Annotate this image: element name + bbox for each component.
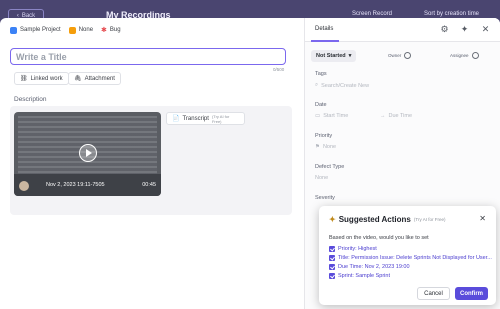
screen-record-button[interactable]: Screen Record [352, 11, 392, 17]
person-icon [471, 52, 479, 59]
video-thumbnail[interactable]: Nov 2, 2023 19:11-7505 00:45 [14, 112, 161, 196]
description-label: Description [14, 96, 47, 103]
attachment-button[interactable]: 🖇 Attachment [68, 72, 121, 85]
date-label: Date [315, 102, 327, 108]
priority-label: Priority [315, 133, 333, 139]
checkbox-icon[interactable] [329, 264, 335, 270]
flag-icon: ⚑ [315, 144, 320, 150]
priority-field[interactable]: ⚑ None [315, 144, 336, 150]
sort-dropdown[interactable]: Sort by creation time [424, 11, 479, 17]
severity-label: Severity [315, 195, 335, 201]
checkbox-icon[interactable] [329, 273, 335, 279]
tag-icon: ⌕ [315, 82, 319, 88]
close-icon[interactable]: ✕ [480, 24, 491, 35]
video-date: Nov 2, 2023 19:11-7505 [46, 182, 105, 188]
suggested-actions-popup: ✦ Suggested Actions (Try AI for Free) ✕ … [319, 206, 496, 305]
sparkle-icon: ✦ [329, 215, 336, 224]
avatar [19, 181, 29, 191]
start-date-field[interactable]: ▭ Start Time [315, 113, 348, 119]
tags-input[interactable]: ⌕ Search/Create New [315, 82, 369, 89]
breadcrumb-sprint[interactable]: None [68, 26, 93, 34]
transcript-button[interactable]: 📄 Transcript (Try AI for Free) [166, 112, 245, 125]
suggestion-priority[interactable]: Priority: Highest [329, 246, 377, 252]
pin-icon[interactable]: ✦ [459, 24, 470, 35]
breadcrumb-project[interactable]: Sample Project [10, 26, 61, 34]
breadcrumb-type[interactable]: ✱ Bug [101, 26, 121, 34]
active-tab-indicator [311, 40, 339, 42]
person-icon [404, 52, 412, 59]
checkbox-icon[interactable] [329, 255, 335, 261]
due-date-field[interactable]: → Due Time [380, 113, 412, 119]
transcript-icon: 📄 [172, 116, 180, 122]
suggestion-due-time[interactable]: Due Time: Nov 2, 2023 19:00 [329, 264, 410, 270]
linked-work-button[interactable]: ⛓ Linked work [14, 72, 69, 85]
suggestion-title[interactable]: Title: Permission Issue: Delete Sprints … [329, 255, 492, 261]
gear-icon[interactable]: ⚙ [439, 24, 450, 35]
chevron-down-icon: ▾ [348, 53, 352, 59]
title-input[interactable]: Write a Title [10, 48, 286, 65]
assignee-field[interactable]: Assignee [450, 52, 479, 59]
status-dropdown[interactable]: Not Started ▾ [311, 50, 357, 62]
tags-label: Tags [315, 71, 327, 77]
paperclip-icon: 🖇 [74, 76, 82, 82]
cancel-button[interactable]: Cancel [417, 287, 450, 300]
popup-lead-text: Based on the video, would you like to se… [329, 235, 429, 241]
confirm-button[interactable]: Confirm [455, 287, 488, 300]
video-duration: 00:45 [142, 182, 156, 188]
checkbox-icon[interactable] [329, 246, 335, 252]
sprint-icon [68, 26, 76, 34]
defect-type-label: Defect Type [315, 164, 345, 170]
arrow-right-icon: → [380, 113, 386, 119]
close-icon[interactable]: ✕ [479, 214, 486, 223]
title-char-counter: 0/500 [273, 67, 285, 72]
link-icon: ⛓ [20, 76, 28, 82]
defect-type-field[interactable]: None [315, 175, 328, 181]
breadcrumb: Sample Project None ✱ Bug [10, 26, 121, 34]
owner-field[interactable]: Owner [388, 52, 412, 59]
details-tab-bar: Details ⚙ ✦ ✕ [305, 18, 500, 42]
calendar-icon: ▭ [315, 113, 321, 119]
play-icon[interactable] [79, 144, 97, 162]
project-icon [10, 26, 17, 34]
bug-icon: ✱ [101, 27, 107, 34]
suggestion-sprint[interactable]: Sprint: Sample Sprint [329, 273, 390, 279]
task-editor: Sample Project None ✱ Bug Write a Title … [0, 18, 303, 309]
popup-title: ✦ Suggested Actions (Try AI for Free) [329, 215, 446, 224]
tab-details[interactable]: Details [315, 26, 333, 32]
